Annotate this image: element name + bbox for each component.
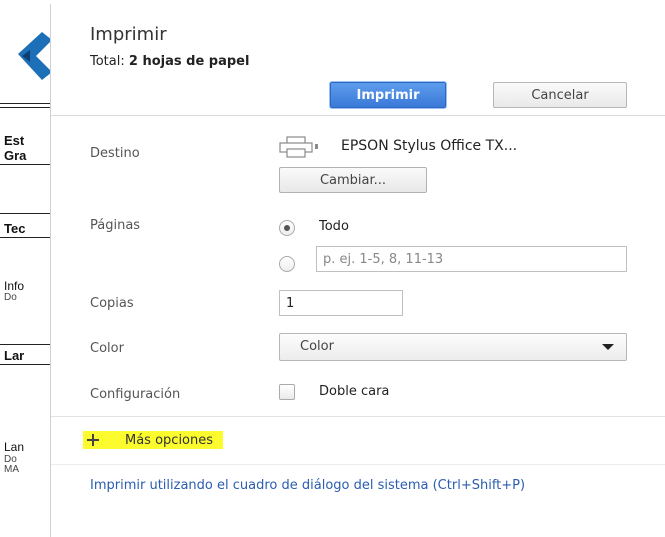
bg-text-line: Info	[4, 279, 25, 293]
printer-icon	[279, 136, 318, 158]
divider	[0, 103, 50, 104]
pages-range-radio[interactable]	[279, 256, 295, 272]
page-range-input[interactable]	[316, 246, 627, 272]
bg-text-line: Est	[4, 133, 25, 148]
dialog-header: Imprimir Total: 2 hojas de papel Imprimi…	[51, 4, 665, 116]
color-select[interactable]: Color	[279, 333, 627, 361]
printer-name: EPSON Stylus Office TX...	[341, 138, 518, 154]
bg-text-line: Lar	[4, 348, 25, 363]
divider	[51, 464, 665, 465]
system-dialog-link[interactable]: Imprimir utilizando el cuadro de diálogo…	[90, 478, 570, 494]
total-value: 2 hojas de papel	[128, 54, 250, 69]
background-document: Est Gra Tec Info Do Lar Lan Do MA	[0, 0, 50, 537]
logo-icon	[18, 32, 50, 80]
cancel-button[interactable]: Cancelar	[493, 82, 627, 108]
color-label: Color	[90, 341, 124, 356]
chevron-down-icon	[602, 344, 614, 350]
settings-label: Configuración	[90, 387, 181, 402]
pages-label: Páginas	[90, 218, 141, 233]
bg-text-line: Do	[4, 292, 17, 303]
total-sheets: Total: 2 hojas de papel	[90, 54, 249, 69]
color-selected-value: Color	[300, 339, 334, 354]
duplex-checkbox[interactable]	[279, 384, 295, 400]
bg-text-line: Tec	[4, 221, 26, 236]
divider	[0, 364, 50, 365]
destination-label: Destino	[90, 146, 140, 161]
divider	[0, 107, 50, 108]
dialog-title: Imprimir	[90, 24, 167, 45]
bg-text-line: MA	[4, 464, 19, 475]
pages-all-label: Todo	[319, 219, 349, 234]
total-label: Total:	[90, 54, 125, 69]
print-button[interactable]: Imprimir	[330, 82, 446, 108]
more-options-toggle[interactable]: Más opciones	[83, 431, 224, 449]
print-dialog: Imprimir Total: 2 hojas de papel Imprimi…	[50, 4, 665, 537]
pages-all-radio[interactable]	[279, 220, 295, 236]
bg-text-line: Lan	[4, 440, 25, 454]
divider	[0, 344, 50, 345]
copies-label: Copias	[90, 296, 134, 311]
copies-input[interactable]	[279, 290, 403, 316]
plus-icon	[87, 434, 99, 446]
divider	[0, 164, 50, 165]
change-printer-button[interactable]: Cambiar...	[279, 167, 427, 193]
duplex-label: Doble cara	[319, 384, 390, 399]
divider	[51, 416, 665, 417]
divider	[0, 237, 50, 238]
bg-text-line: Gra	[4, 148, 27, 163]
divider	[0, 213, 50, 214]
more-options-label: Más opciones	[125, 432, 214, 448]
